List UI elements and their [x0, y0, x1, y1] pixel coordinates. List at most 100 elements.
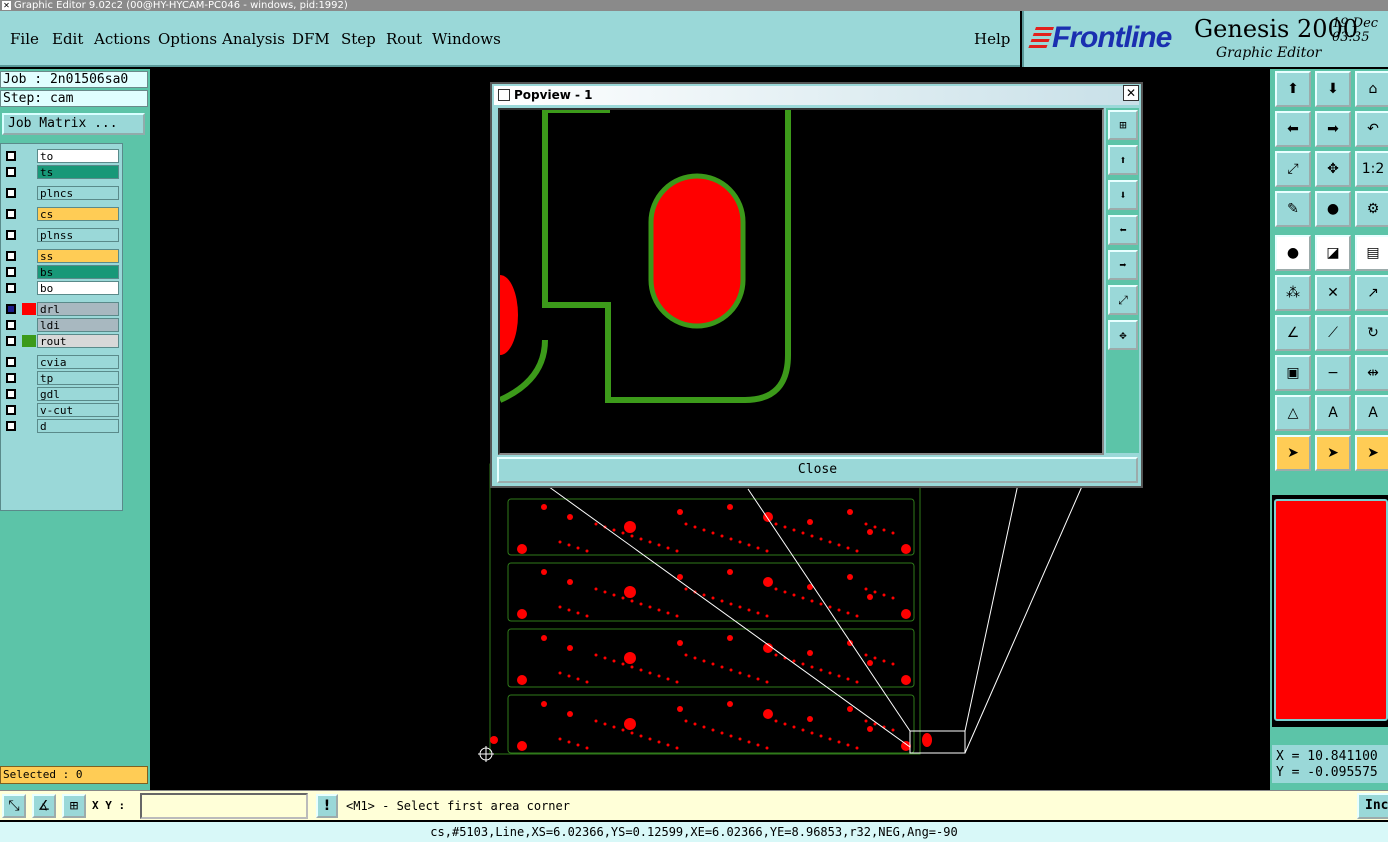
layer-checkbox[interactable] — [6, 283, 16, 293]
layer-checkbox[interactable] — [6, 267, 16, 277]
inc-button[interactable]: Inc — [1357, 793, 1388, 819]
layer-row-tp[interactable]: tp — [3, 370, 121, 386]
angle-icon[interactable]: ∠ — [1275, 315, 1311, 351]
pan-down-icon[interactable]: ⬇ — [1315, 71, 1351, 107]
undo-view-icon[interactable]: ↶ — [1355, 111, 1388, 147]
overview-map[interactable] — [1272, 495, 1388, 727]
popview-title-bar[interactable]: Popview - 1 — [494, 86, 1139, 105]
zoom-fit-icon[interactable]: ⤢ — [1275, 151, 1311, 187]
arc-icon[interactable]: ↻ — [1355, 315, 1388, 351]
layer-checkbox[interactable] — [6, 405, 16, 415]
layer-color-swatch — [22, 282, 36, 294]
job-matrix-button[interactable]: Job Matrix ... — [2, 113, 145, 135]
snap-icon[interactable]: ⚙ — [1355, 191, 1388, 227]
menu-analysis[interactable]: Analysis — [222, 30, 285, 48]
grid-icon[interactable]: ⊞ — [62, 794, 86, 818]
layer-checkbox[interactable] — [6, 230, 16, 240]
layer-checkbox[interactable] — [6, 188, 16, 198]
zoom-center-icon[interactable]: ✥ — [1315, 151, 1351, 187]
ruler-icon[interactable]: ▤ — [1355, 235, 1388, 271]
connect-icon[interactable]: ⁂ — [1275, 275, 1311, 311]
line-icon[interactable]: ◪ — [1315, 235, 1351, 271]
layer-row-gdl[interactable]: gdl — [3, 386, 121, 402]
menu-rout[interactable]: Rout — [386, 30, 422, 48]
layer-color-swatch — [22, 356, 36, 368]
pad-move-icon[interactable]: ▣ — [1275, 355, 1311, 391]
layer-row-cs[interactable]: cs — [3, 206, 121, 222]
expand-icon[interactable]: ⇹ — [1355, 355, 1388, 391]
menu-edit[interactable]: Edit — [52, 30, 83, 48]
layer-row-drl[interactable]: drl — [3, 301, 121, 317]
close-button[interactable]: Close — [497, 457, 1138, 483]
layer-row-plnss[interactable]: plnss — [3, 227, 121, 243]
close-icon[interactable]: ✕ — [1123, 85, 1139, 101]
layer-checkbox[interactable] — [6, 373, 16, 383]
layer-color-swatch — [22, 208, 36, 220]
layer-row-rout[interactable]: rout — [3, 333, 121, 349]
tools-icon[interactable]: ✎ — [1275, 191, 1311, 227]
zoom-box-icon[interactable]: ⤡ — [2, 794, 26, 818]
layer-row-ldi[interactable]: ldi — [3, 317, 121, 333]
layer-checkbox[interactable] — [6, 209, 16, 219]
home-icon[interactable]: ⌂ — [1355, 71, 1388, 107]
layer-row-d[interactable]: d — [3, 418, 121, 434]
layer-color-swatch — [22, 150, 36, 162]
layer-name: ts — [37, 165, 119, 179]
arrow-point-icon[interactable]: ↗ — [1355, 275, 1388, 311]
layer-name: drl — [37, 302, 119, 316]
slash-icon[interactable]: ⟋ — [1315, 315, 1351, 351]
zoom-in-icon[interactable]: ⊞ — [1108, 110, 1138, 140]
pan-down-icon[interactable]: ⬇ — [1108, 180, 1138, 210]
layer-row-plncs[interactable]: plncs — [3, 185, 121, 201]
layer-checkbox[interactable] — [6, 421, 16, 431]
prompt-text: <M1> - Select first area corner — [346, 799, 570, 813]
zoom-out-icon[interactable]: ✥ — [1108, 320, 1138, 350]
zoom-ratio-button[interactable]: 1:2 — [1355, 151, 1388, 187]
pad-icon[interactable]: ● — [1275, 235, 1311, 271]
measure-icon[interactable]: ● — [1315, 191, 1351, 227]
layer-checkbox[interactable] — [6, 320, 16, 330]
layer-row-to[interactable]: to — [3, 148, 121, 164]
arrow-a-icon[interactable]: A — [1315, 395, 1351, 431]
layer-checkbox[interactable] — [6, 336, 16, 346]
menu-options[interactable]: Options — [158, 30, 217, 48]
select-icon[interactable]: ➤ — [1275, 435, 1311, 471]
layer-checkbox[interactable] — [6, 389, 16, 399]
pan-up-icon[interactable]: ⬆ — [1275, 71, 1311, 107]
pan-right-icon[interactable]: ➡ — [1315, 111, 1351, 147]
triangle-icon[interactable]: △ — [1275, 395, 1311, 431]
menu-windows[interactable]: Windows — [432, 30, 501, 48]
pan-left-icon[interactable]: ⬅ — [1275, 111, 1311, 147]
layer-checkbox[interactable] — [6, 251, 16, 261]
menu-step[interactable]: Step — [341, 30, 376, 48]
pan-up-icon[interactable]: ⬆ — [1108, 145, 1138, 175]
select-box-icon[interactable]: ➤ — [1315, 435, 1351, 471]
arrow-a2-icon[interactable]: A — [1355, 395, 1388, 431]
xy-input[interactable] — [140, 793, 308, 819]
menu-dfm[interactable]: DFM — [292, 30, 330, 48]
menu-file[interactable]: File — [10, 30, 39, 48]
layer-row-ts[interactable]: ts — [3, 164, 121, 180]
select-area-icon[interactable]: ➤ — [1355, 435, 1388, 471]
window-menu-icon[interactable] — [498, 89, 510, 101]
minus-line-icon[interactable]: − — [1315, 355, 1351, 391]
layer-row-ss[interactable]: ss — [3, 248, 121, 264]
layer-row-cvia[interactable]: cvia — [3, 354, 121, 370]
layer-checkbox[interactable] — [6, 151, 16, 161]
layer-row-bo[interactable]: bo — [3, 280, 121, 296]
menu-help[interactable]: Help — [974, 30, 1010, 48]
layer-checkbox[interactable] — [6, 357, 16, 367]
layer-row-bs[interactable]: bs — [3, 264, 121, 280]
close-icon[interactable]: ✕ — [2, 1, 11, 10]
menu-actions[interactable]: Actions — [94, 30, 150, 48]
measure-icon[interactable]: ∡ — [32, 794, 56, 818]
warning-button[interactable]: ! — [316, 794, 338, 818]
popview-canvas[interactable] — [498, 107, 1104, 455]
zoom-fit-icon[interactable]: ⤢ — [1108, 285, 1138, 315]
layer-checkbox[interactable] — [6, 304, 16, 314]
layer-checkbox[interactable] — [6, 167, 16, 177]
pan-right-icon[interactable]: ➡ — [1108, 250, 1138, 280]
layer-row-v-cut[interactable]: v-cut — [3, 402, 121, 418]
pan-left-icon[interactable]: ⬅ — [1108, 215, 1138, 245]
cross-icon[interactable]: ✕ — [1315, 275, 1351, 311]
